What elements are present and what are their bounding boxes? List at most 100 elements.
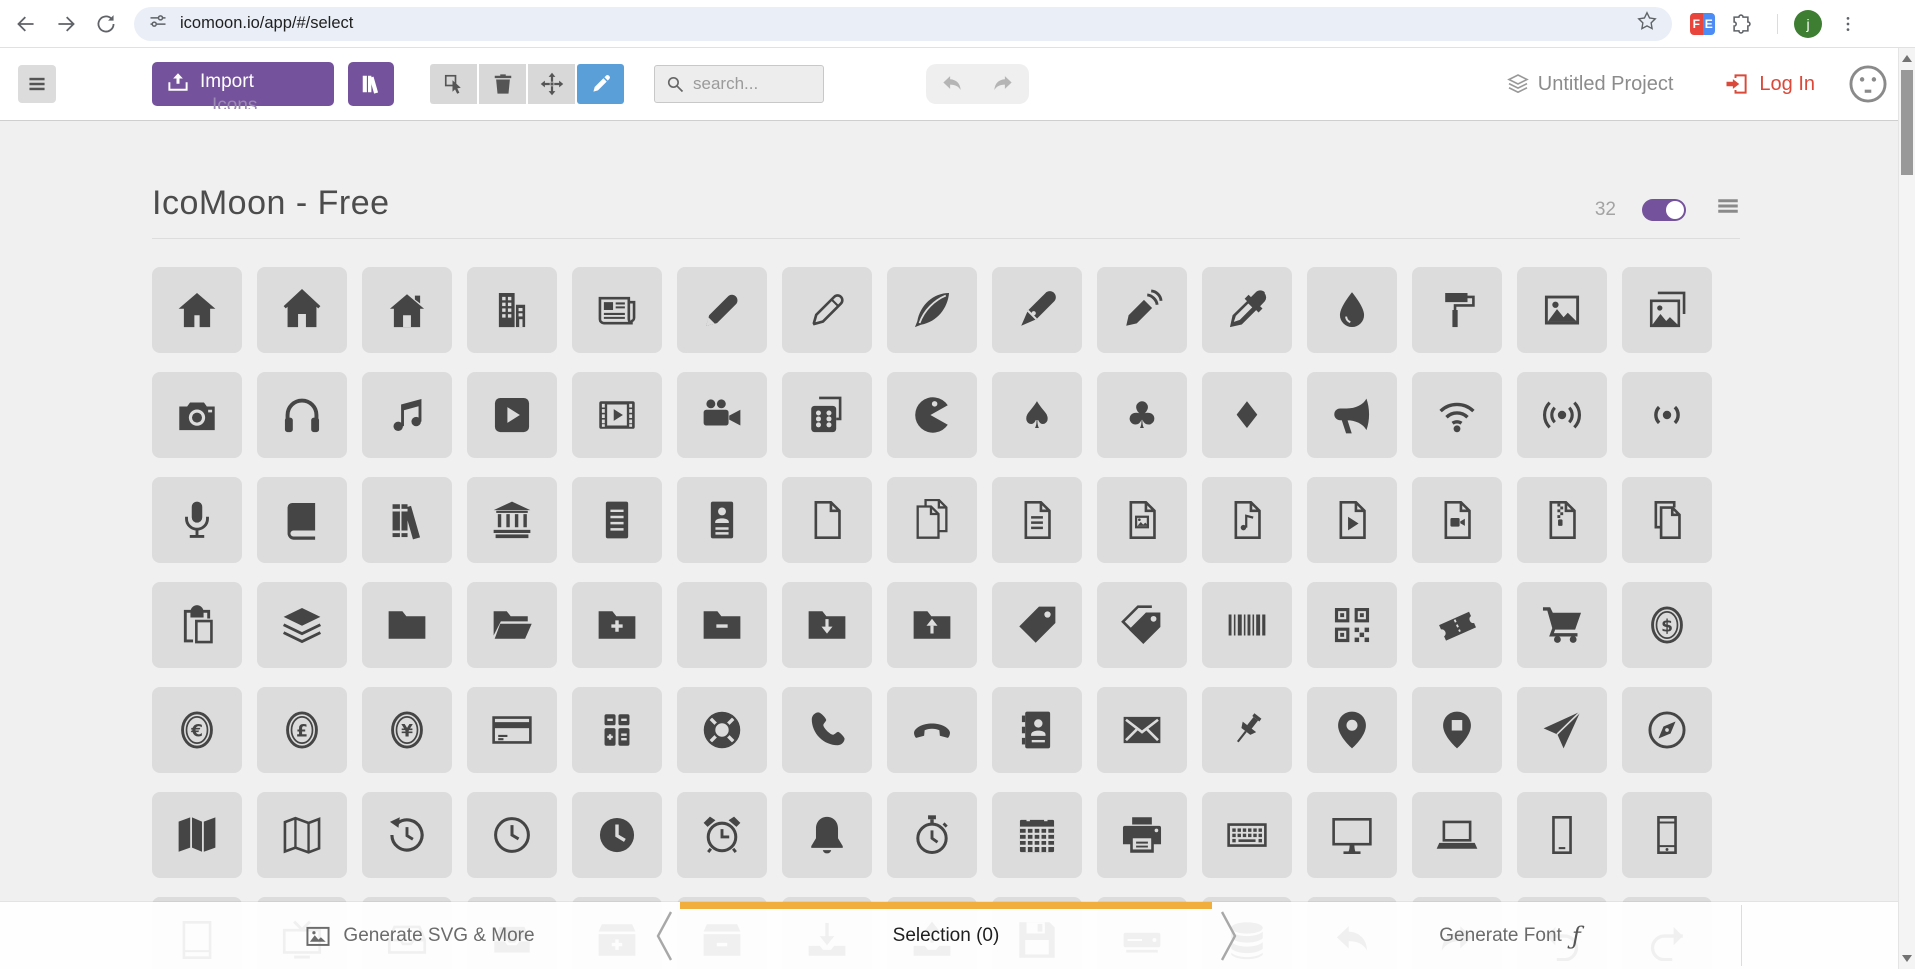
icon-history[interactable] — [362, 792, 452, 878]
icon-office[interactable] — [467, 267, 557, 353]
icon-mobile2[interactable] — [1622, 792, 1712, 878]
icon-coin-dollar[interactable]: $ — [1622, 582, 1712, 668]
icon-folder-minus[interactable] — [677, 582, 767, 668]
icon-price-tag[interactable] — [992, 582, 1082, 668]
icon-clubs[interactable]: ♣ — [1097, 372, 1187, 458]
bookmark-star-icon[interactable] — [1636, 10, 1658, 37]
selection-button[interactable]: Selection (0) — [680, 902, 1212, 969]
icon-location2[interactable] — [1412, 687, 1502, 773]
icon-file-video[interactable] — [1412, 477, 1502, 563]
icon-home[interactable] — [152, 267, 242, 353]
delete-tool-button[interactable] — [479, 64, 526, 104]
icon-calculator[interactable] — [572, 687, 662, 773]
icon-coin-pound[interactable]: £ — [257, 687, 347, 773]
browser-forward-button[interactable] — [46, 4, 86, 44]
icon-pacman[interactable] — [887, 372, 977, 458]
icon-stack[interactable] — [257, 582, 347, 668]
icon-folder-open[interactable] — [467, 582, 557, 668]
redo-button[interactable] — [991, 72, 1015, 96]
icon-feed[interactable] — [1622, 372, 1712, 458]
icon-coin-yen[interactable]: ¥ — [362, 687, 452, 773]
icon-profile[interactable] — [677, 477, 767, 563]
icon-books[interactable] — [362, 477, 452, 563]
icon-envelop[interactable] — [1097, 687, 1187, 773]
browser-back-button[interactable] — [6, 4, 46, 44]
icon-folder-upload[interactable] — [887, 582, 977, 668]
icon-blog[interactable] — [1097, 267, 1187, 353]
icon-compass[interactable] — [1517, 687, 1607, 773]
icon-podcast[interactable] — [1517, 372, 1607, 458]
icon-pushpin[interactable] — [1202, 687, 1292, 773]
icon-quill[interactable] — [887, 267, 977, 353]
icon-file-text[interactable] — [572, 477, 662, 563]
browser-menu-kebab-icon[interactable] — [1828, 4, 1868, 44]
selection-prev-chevron[interactable] — [653, 910, 677, 962]
icon-location[interactable] — [1307, 687, 1397, 773]
icon-clock2[interactable] — [572, 792, 662, 878]
icon-pen[interactable] — [992, 267, 1082, 353]
icon-play[interactable] — [467, 372, 557, 458]
icon-file-music[interactable] — [1202, 477, 1292, 563]
icon-laptop[interactable] — [1412, 792, 1502, 878]
icon-phone[interactable] — [782, 687, 872, 773]
icon-headphones[interactable] — [257, 372, 347, 458]
icon-spades[interactable]: ♠ — [992, 372, 1082, 458]
icon-file-text2[interactable] — [992, 477, 1082, 563]
icon-compass2[interactable] — [1622, 687, 1712, 773]
icon-phone-hang-up[interactable] — [887, 687, 977, 773]
icon-file-empty[interactable] — [782, 477, 872, 563]
icon-music[interactable] — [362, 372, 452, 458]
icon-paste[interactable] — [152, 582, 242, 668]
icon-paint-format[interactable] — [1412, 267, 1502, 353]
search-input[interactable] — [693, 74, 813, 94]
icon-folder[interactable] — [362, 582, 452, 668]
icon-pencil2[interactable] — [782, 267, 872, 353]
extension-fe-icon[interactable]: FE — [1690, 13, 1715, 35]
icon-stopwatch[interactable] — [887, 792, 977, 878]
icon-ticket[interactable] — [1412, 582, 1502, 668]
list-view-icon[interactable] — [1716, 194, 1740, 223]
icon-display[interactable] — [1307, 792, 1397, 878]
icon-connection[interactable] — [1412, 372, 1502, 458]
browser-reload-button[interactable] — [86, 4, 126, 44]
scrollbar-thumb[interactable] — [1901, 70, 1913, 175]
project-name-button[interactable]: Untitled Project — [1506, 72, 1674, 96]
icon-qrcode[interactable] — [1307, 582, 1397, 668]
icon-cart[interactable] — [1517, 582, 1607, 668]
icon-droplet[interactable] — [1307, 267, 1397, 353]
select-tool-button[interactable] — [430, 64, 477, 104]
icon-address-book[interactable] — [992, 687, 1082, 773]
address-bar[interactable]: icomoon.io/app/#/select — [134, 7, 1672, 41]
import-icons-button[interactable]: Import Icons — [152, 62, 334, 106]
menu-hamburger-button[interactable] — [18, 65, 56, 103]
scrollbar-up-arrow[interactable] — [1899, 50, 1915, 67]
icon-map2[interactable] — [257, 792, 347, 878]
icon-clock[interactable] — [467, 792, 557, 878]
icon-mobile[interactable] — [1517, 792, 1607, 878]
icon-camera[interactable] — [152, 372, 242, 458]
icon-bell[interactable] — [782, 792, 872, 878]
icon-file-play[interactable] — [1307, 477, 1397, 563]
icon-eyedropper[interactable] — [1202, 267, 1292, 353]
extensions-puzzle-icon[interactable] — [1721, 4, 1761, 44]
login-button[interactable]: Log In — [1725, 72, 1815, 96]
icon-copy[interactable] — [1622, 477, 1712, 563]
icon-barcode[interactable] — [1202, 582, 1292, 668]
icon-video-camera[interactable] — [677, 372, 767, 458]
icon-dice[interactable] — [782, 372, 872, 458]
feedback-face-button[interactable] — [1847, 63, 1889, 105]
icon-printer[interactable] — [1097, 792, 1187, 878]
generate-font-button[interactable]: Generate Font ƒ — [1280, 902, 1740, 969]
icon-home3[interactable] — [362, 267, 452, 353]
grid-size-toggle[interactable] — [1642, 199, 1686, 221]
icon-images[interactable] — [1622, 267, 1712, 353]
icon-image[interactable] — [1517, 267, 1607, 353]
icon-alarm[interactable] — [677, 792, 767, 878]
icon-coin-euro[interactable]: € — [152, 687, 242, 773]
edit-tool-button[interactable] — [577, 64, 624, 104]
icon-map[interactable] — [152, 792, 242, 878]
icon-calendar[interactable] — [992, 792, 1082, 878]
icon-pencil[interactable] — [677, 267, 767, 353]
icon-file-picture[interactable] — [1097, 477, 1187, 563]
icon-credit-card[interactable] — [467, 687, 557, 773]
